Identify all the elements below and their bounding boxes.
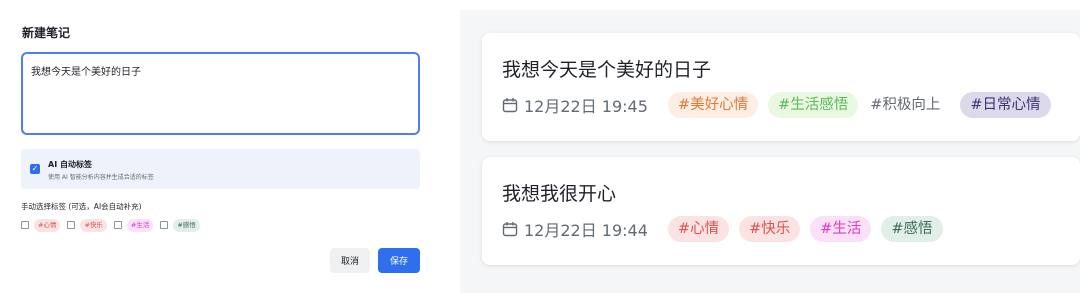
note-date: 12月22日 19:44 <box>524 221 648 240</box>
ai-auto-tag-option[interactable]: ✓ AI 自动标签 使用 AI 智能分析内容并生成合适的标签 <box>21 149 420 189</box>
note-tag[interactable]: #生活 <box>810 216 872 242</box>
form-title: 新建笔记 <box>22 26 71 40</box>
calendar-icon <box>502 98 518 113</box>
note-tag[interactable]: #快乐 <box>739 216 801 242</box>
note-date: 12月22日 19:45 <box>524 97 648 116</box>
note-title: 我想我很开心 <box>502 183 617 205</box>
calendar-icon <box>502 222 518 237</box>
checkmark-icon: ✓ <box>31 164 39 173</box>
tag-checkbox-life[interactable] <box>113 221 122 229</box>
tag-checkbox-happy[interactable] <box>67 221 76 229</box>
note-tag[interactable]: #心情 <box>667 216 730 242</box>
note-card[interactable]: 我想今天是个美好的日子 12月22日 19:45 #美好心情 #生活感悟 #积极… <box>482 33 1080 141</box>
note-card[interactable]: 我想我很开心 12月22日 19:44 #心情 #快乐 #生活 #感悟 <box>482 157 1080 265</box>
note-tag[interactable]: #积极向上 <box>868 92 951 118</box>
note-meta: 12月22日 19:45 #美好心情 #生活感悟 #积极向上 #日常心情 <box>502 91 1061 119</box>
note-tag[interactable]: #感悟 <box>881 216 943 242</box>
ai-auto-tag-checkbox[interactable]: ✓ <box>30 164 40 174</box>
note-content-input[interactable] <box>21 52 420 135</box>
new-note-panel: 新建笔记 ✓ AI 自动标签 使用 AI 智能分析内容并生成合适的标签 手动选择… <box>0 0 440 293</box>
note-title: 我想今天是个美好的日子 <box>502 59 712 81</box>
note-meta: 12月22日 19:44 #心情 #快乐 #生活 #感悟 <box>502 215 953 243</box>
note-tag[interactable]: #美好心情 <box>667 92 759 118</box>
tag-checkbox-insight[interactable] <box>160 221 169 229</box>
ai-auto-tag-description: 使用 AI 智能分析内容并生成合适的标签 <box>48 174 154 181</box>
manual-tag-options: #心情 #快乐 #生活 #感悟 <box>21 217 207 233</box>
tag-option-happy: #快乐 <box>80 218 107 232</box>
ai-auto-tag-title: AI 自动标签 <box>48 160 92 169</box>
tag-option-mood: #心情 <box>34 218 61 232</box>
notes-list: 我想今天是个美好的日子 12月22日 19:45 #美好心情 #生活感悟 #积极… <box>460 10 1080 293</box>
cancel-button[interactable]: 取消 <box>330 248 370 273</box>
manual-tag-label: 手动选择标签 (可选，AI会自动补充) <box>21 202 142 211</box>
note-tag[interactable]: #生活感悟 <box>768 92 859 118</box>
note-tag[interactable]: #日常心情 <box>960 92 1051 118</box>
tag-option-insight: #感悟 <box>173 218 200 232</box>
tag-option-life: #生活 <box>126 218 154 232</box>
tag-checkbox-mood[interactable] <box>21 221 29 229</box>
save-button[interactable]: 保存 <box>378 248 420 273</box>
